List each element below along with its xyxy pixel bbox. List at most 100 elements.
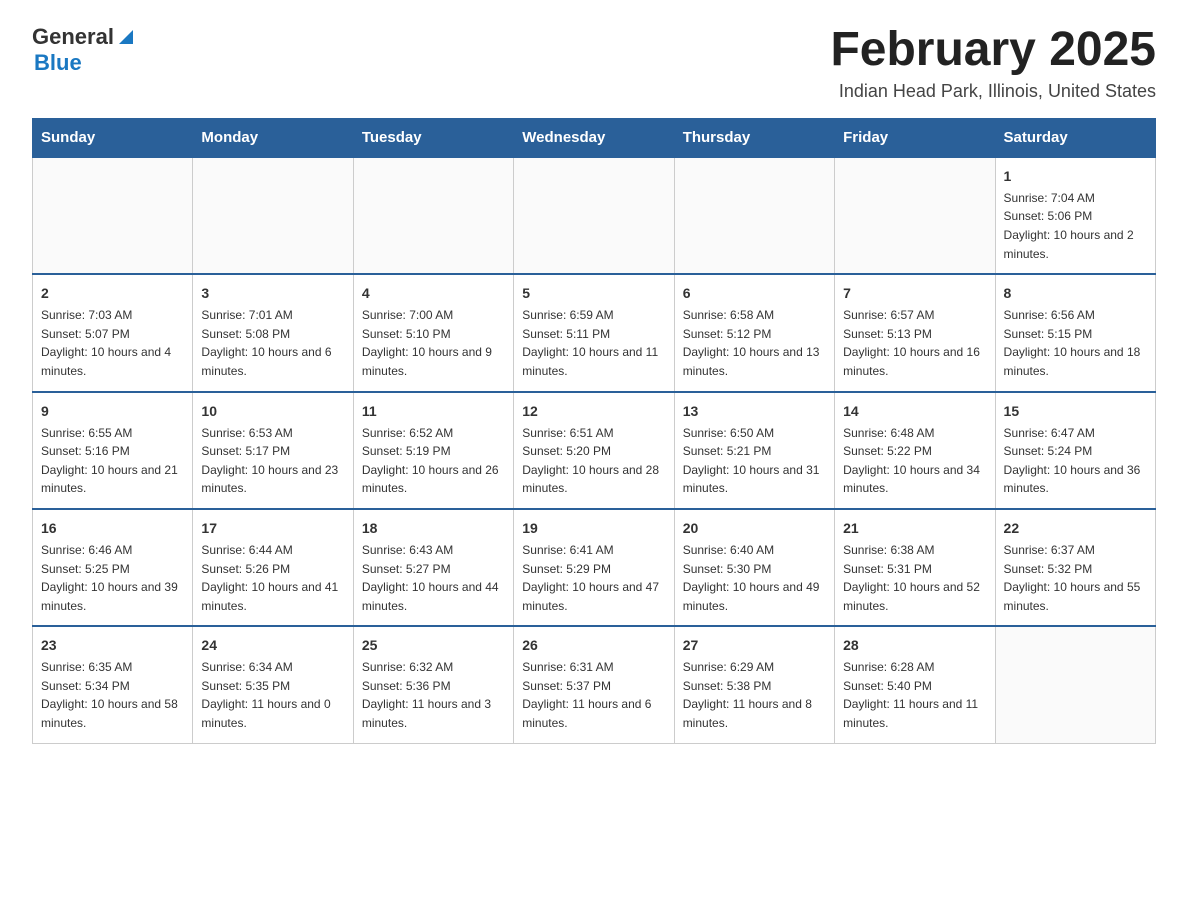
calendar-day-cell: 15Sunrise: 6:47 AM Sunset: 5:24 PM Dayli… — [995, 392, 1155, 509]
day-info: Sunrise: 6:55 AM Sunset: 5:16 PM Dayligh… — [41, 424, 184, 498]
calendar-day-cell: 24Sunrise: 6:34 AM Sunset: 5:35 PM Dayli… — [193, 626, 353, 743]
day-number: 14 — [843, 401, 986, 422]
day-info: Sunrise: 6:38 AM Sunset: 5:31 PM Dayligh… — [843, 541, 986, 615]
calendar-day-cell: 23Sunrise: 6:35 AM Sunset: 5:34 PM Dayli… — [33, 626, 193, 743]
calendar-week-row: 9Sunrise: 6:55 AM Sunset: 5:16 PM Daylig… — [33, 392, 1156, 509]
calendar-table: SundayMondayTuesdayWednesdayThursdayFrid… — [32, 118, 1156, 744]
calendar-week-row: 1Sunrise: 7:04 AM Sunset: 5:06 PM Daylig… — [33, 157, 1156, 274]
day-info: Sunrise: 6:40 AM Sunset: 5:30 PM Dayligh… — [683, 541, 826, 615]
calendar-day-cell: 28Sunrise: 6:28 AM Sunset: 5:40 PM Dayli… — [835, 626, 995, 743]
calendar-subtitle: Indian Head Park, Illinois, United State… — [830, 81, 1156, 102]
day-number: 9 — [41, 401, 184, 422]
logo-blue-text: Blue — [34, 50, 82, 75]
day-number: 20 — [683, 518, 826, 539]
logo-general-text: General — [32, 24, 114, 50]
day-of-week-header: Saturday — [995, 118, 1155, 157]
day-number: 7 — [843, 283, 986, 304]
calendar-day-cell: 11Sunrise: 6:52 AM Sunset: 5:19 PM Dayli… — [353, 392, 513, 509]
calendar-day-cell — [514, 157, 674, 274]
day-info: Sunrise: 6:57 AM Sunset: 5:13 PM Dayligh… — [843, 306, 986, 380]
title-block: February 2025 Indian Head Park, Illinois… — [830, 24, 1156, 102]
day-info: Sunrise: 6:56 AM Sunset: 5:15 PM Dayligh… — [1004, 306, 1147, 380]
calendar-day-cell: 14Sunrise: 6:48 AM Sunset: 5:22 PM Dayli… — [835, 392, 995, 509]
calendar-day-cell: 25Sunrise: 6:32 AM Sunset: 5:36 PM Dayli… — [353, 626, 513, 743]
calendar-day-cell: 21Sunrise: 6:38 AM Sunset: 5:31 PM Dayli… — [835, 509, 995, 626]
logo-triangle-icon — [115, 26, 137, 48]
day-number: 24 — [201, 635, 344, 656]
day-info: Sunrise: 6:32 AM Sunset: 5:36 PM Dayligh… — [362, 658, 505, 732]
calendar-day-cell — [995, 626, 1155, 743]
calendar-day-cell: 27Sunrise: 6:29 AM Sunset: 5:38 PM Dayli… — [674, 626, 834, 743]
day-number: 23 — [41, 635, 184, 656]
day-info: Sunrise: 6:58 AM Sunset: 5:12 PM Dayligh… — [683, 306, 826, 380]
day-number: 25 — [362, 635, 505, 656]
day-of-week-header: Thursday — [674, 118, 834, 157]
day-number: 22 — [1004, 518, 1147, 539]
day-info: Sunrise: 6:47 AM Sunset: 5:24 PM Dayligh… — [1004, 424, 1147, 498]
calendar-day-cell: 6Sunrise: 6:58 AM Sunset: 5:12 PM Daylig… — [674, 274, 834, 391]
day-info: Sunrise: 6:46 AM Sunset: 5:25 PM Dayligh… — [41, 541, 184, 615]
day-number: 28 — [843, 635, 986, 656]
calendar-day-cell: 7Sunrise: 6:57 AM Sunset: 5:13 PM Daylig… — [835, 274, 995, 391]
day-info: Sunrise: 6:48 AM Sunset: 5:22 PM Dayligh… — [843, 424, 986, 498]
day-info: Sunrise: 6:35 AM Sunset: 5:34 PM Dayligh… — [41, 658, 184, 732]
day-number: 11 — [362, 401, 505, 422]
day-info: Sunrise: 6:31 AM Sunset: 5:37 PM Dayligh… — [522, 658, 665, 732]
day-info: Sunrise: 6:29 AM Sunset: 5:38 PM Dayligh… — [683, 658, 826, 732]
calendar-week-row: 16Sunrise: 6:46 AM Sunset: 5:25 PM Dayli… — [33, 509, 1156, 626]
calendar-day-cell: 18Sunrise: 6:43 AM Sunset: 5:27 PM Dayli… — [353, 509, 513, 626]
day-number: 19 — [522, 518, 665, 539]
day-number: 17 — [201, 518, 344, 539]
day-info: Sunrise: 7:00 AM Sunset: 5:10 PM Dayligh… — [362, 306, 505, 380]
day-info: Sunrise: 6:43 AM Sunset: 5:27 PM Dayligh… — [362, 541, 505, 615]
day-number: 10 — [201, 401, 344, 422]
calendar-day-cell — [674, 157, 834, 274]
day-number: 1 — [1004, 166, 1147, 187]
calendar-day-cell: 8Sunrise: 6:56 AM Sunset: 5:15 PM Daylig… — [995, 274, 1155, 391]
calendar-day-cell: 17Sunrise: 6:44 AM Sunset: 5:26 PM Dayli… — [193, 509, 353, 626]
day-info: Sunrise: 6:44 AM Sunset: 5:26 PM Dayligh… — [201, 541, 344, 615]
day-of-week-header: Monday — [193, 118, 353, 157]
calendar-day-cell: 16Sunrise: 6:46 AM Sunset: 5:25 PM Dayli… — [33, 509, 193, 626]
calendar-week-row: 2Sunrise: 7:03 AM Sunset: 5:07 PM Daylig… — [33, 274, 1156, 391]
day-number: 21 — [843, 518, 986, 539]
day-info: Sunrise: 7:03 AM Sunset: 5:07 PM Dayligh… — [41, 306, 184, 380]
day-of-week-header: Sunday — [33, 118, 193, 157]
day-number: 4 — [362, 283, 505, 304]
day-number: 27 — [683, 635, 826, 656]
day-of-week-header: Tuesday — [353, 118, 513, 157]
day-info: Sunrise: 6:28 AM Sunset: 5:40 PM Dayligh… — [843, 658, 986, 732]
day-info: Sunrise: 7:04 AM Sunset: 5:06 PM Dayligh… — [1004, 189, 1147, 263]
calendar-day-cell: 12Sunrise: 6:51 AM Sunset: 5:20 PM Dayli… — [514, 392, 674, 509]
day-info: Sunrise: 6:37 AM Sunset: 5:32 PM Dayligh… — [1004, 541, 1147, 615]
day-of-week-header: Friday — [835, 118, 995, 157]
day-number: 18 — [362, 518, 505, 539]
day-number: 6 — [683, 283, 826, 304]
calendar-title: February 2025 — [830, 24, 1156, 77]
calendar-day-cell: 20Sunrise: 6:40 AM Sunset: 5:30 PM Dayli… — [674, 509, 834, 626]
calendar-day-cell: 26Sunrise: 6:31 AM Sunset: 5:37 PM Dayli… — [514, 626, 674, 743]
calendar-day-cell: 13Sunrise: 6:50 AM Sunset: 5:21 PM Dayli… — [674, 392, 834, 509]
calendar-day-cell: 10Sunrise: 6:53 AM Sunset: 5:17 PM Dayli… — [193, 392, 353, 509]
calendar-day-cell — [33, 157, 193, 274]
day-number: 2 — [41, 283, 184, 304]
logo: General Blue — [32, 24, 138, 76]
calendar-day-cell: 3Sunrise: 7:01 AM Sunset: 5:08 PM Daylig… — [193, 274, 353, 391]
day-info: Sunrise: 6:52 AM Sunset: 5:19 PM Dayligh… — [362, 424, 505, 498]
calendar-header-row: SundayMondayTuesdayWednesdayThursdayFrid… — [33, 118, 1156, 157]
calendar-day-cell: 19Sunrise: 6:41 AM Sunset: 5:29 PM Dayli… — [514, 509, 674, 626]
calendar-day-cell — [353, 157, 513, 274]
day-number: 26 — [522, 635, 665, 656]
calendar-week-row: 23Sunrise: 6:35 AM Sunset: 5:34 PM Dayli… — [33, 626, 1156, 743]
day-number: 13 — [683, 401, 826, 422]
day-info: Sunrise: 6:53 AM Sunset: 5:17 PM Dayligh… — [201, 424, 344, 498]
calendar-day-cell: 5Sunrise: 6:59 AM Sunset: 5:11 PM Daylig… — [514, 274, 674, 391]
day-number: 3 — [201, 283, 344, 304]
page-header: General Blue February 2025 Indian Head P… — [32, 24, 1156, 102]
day-number: 8 — [1004, 283, 1147, 304]
calendar-day-cell: 4Sunrise: 7:00 AM Sunset: 5:10 PM Daylig… — [353, 274, 513, 391]
day-number: 5 — [522, 283, 665, 304]
logo-text: General — [32, 24, 138, 50]
day-number: 15 — [1004, 401, 1147, 422]
day-of-week-header: Wednesday — [514, 118, 674, 157]
